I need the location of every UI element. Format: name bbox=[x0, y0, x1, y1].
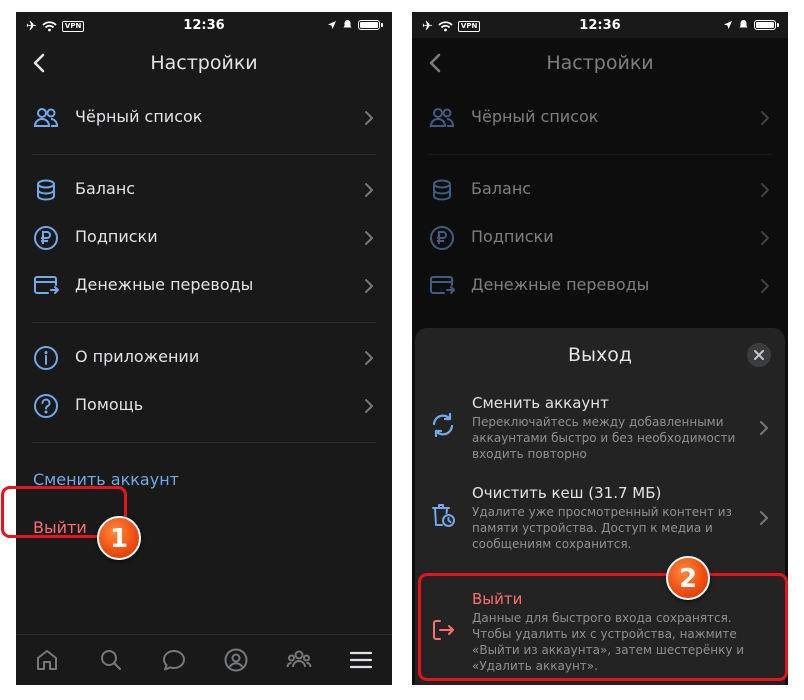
profile-icon[interactable] bbox=[223, 647, 249, 673]
settings-item-transfers[interactable]: Денежные переводы bbox=[16, 262, 392, 310]
card-transfer-icon bbox=[32, 272, 60, 300]
ruble-icon bbox=[32, 224, 60, 252]
clear-cache-icon bbox=[429, 501, 457, 529]
chevron-right-icon bbox=[364, 230, 374, 246]
chevron-right-icon bbox=[364, 182, 374, 198]
battery-icon bbox=[358, 19, 383, 30]
settings-item-label: Подписки bbox=[75, 227, 158, 246]
highlight-frame bbox=[418, 573, 788, 681]
close-icon[interactable] bbox=[747, 343, 771, 367]
location-icon bbox=[328, 20, 336, 29]
step-badge: 2 bbox=[666, 556, 710, 600]
chevron-right-icon bbox=[364, 110, 374, 126]
coins-icon bbox=[32, 176, 60, 204]
help-icon bbox=[32, 392, 60, 420]
clear-cache-option[interactable]: Очистить кеш (31.7 МБ) Удалите уже просм… bbox=[415, 484, 785, 552]
divider bbox=[32, 442, 376, 443]
alarm-icon bbox=[739, 20, 748, 28]
chevron-right-icon bbox=[364, 350, 374, 366]
settings-item-blacklist[interactable]: Чёрный список bbox=[16, 94, 392, 142]
sheet-title: Выход bbox=[567, 344, 633, 366]
settings-item-subscriptions[interactable]: Подписки bbox=[16, 214, 392, 262]
settings-item-help[interactable]: Помощь bbox=[16, 382, 392, 430]
settings-item-label: Денежные переводы bbox=[75, 275, 254, 294]
alarm-icon bbox=[343, 20, 352, 28]
status-bar: ✈ VPN 12:36 bbox=[412, 12, 788, 38]
settings-item-label: Помощь bbox=[75, 395, 144, 414]
settings-screen: ✈ VPN 12:36 Настройки Чёрный список Бала… bbox=[16, 12, 392, 685]
friends-icon[interactable] bbox=[286, 647, 312, 673]
divider bbox=[32, 154, 376, 155]
status-bar: ✈ VPN 12:36 bbox=[16, 12, 392, 38]
nav-header: Настройки bbox=[16, 48, 392, 78]
option-title: Очистить кеш (31.7 МБ) bbox=[472, 484, 662, 502]
switch-account-option[interactable]: Сменить аккаунт Переключайтесь между доб… bbox=[415, 394, 785, 462]
menu-icon[interactable] bbox=[348, 647, 374, 673]
settings-item-label: Чёрный список bbox=[75, 107, 203, 126]
page-title: Настройки bbox=[150, 52, 258, 74]
option-description: Удалите уже просмотренный контент из пам… bbox=[472, 505, 732, 551]
info-icon bbox=[32, 344, 60, 372]
divider bbox=[32, 322, 376, 323]
option-description: Переключайтесь между добавленными аккаун… bbox=[472, 415, 736, 461]
users-icon bbox=[32, 104, 60, 132]
search-icon[interactable] bbox=[98, 647, 124, 673]
chevron-right-icon bbox=[759, 510, 769, 526]
chevron-right-icon bbox=[364, 278, 374, 294]
location-icon bbox=[724, 20, 732, 29]
chevron-right-icon bbox=[759, 420, 769, 436]
settings-item-label: Баланс bbox=[75, 179, 136, 198]
home-icon[interactable] bbox=[34, 647, 60, 673]
battery-icon bbox=[754, 19, 779, 30]
tab-bar bbox=[16, 634, 392, 685]
step-badge: 1 bbox=[97, 516, 141, 560]
option-title: Сменить аккаунт bbox=[472, 394, 609, 412]
settings-item-about[interactable]: О приложении bbox=[16, 334, 392, 382]
settings-item-balance[interactable]: Баланс bbox=[16, 166, 392, 214]
settings-item-label: О приложении bbox=[75, 347, 200, 366]
messages-icon[interactable] bbox=[161, 647, 187, 673]
refresh-icon bbox=[429, 411, 457, 439]
chevron-right-icon bbox=[364, 398, 374, 414]
